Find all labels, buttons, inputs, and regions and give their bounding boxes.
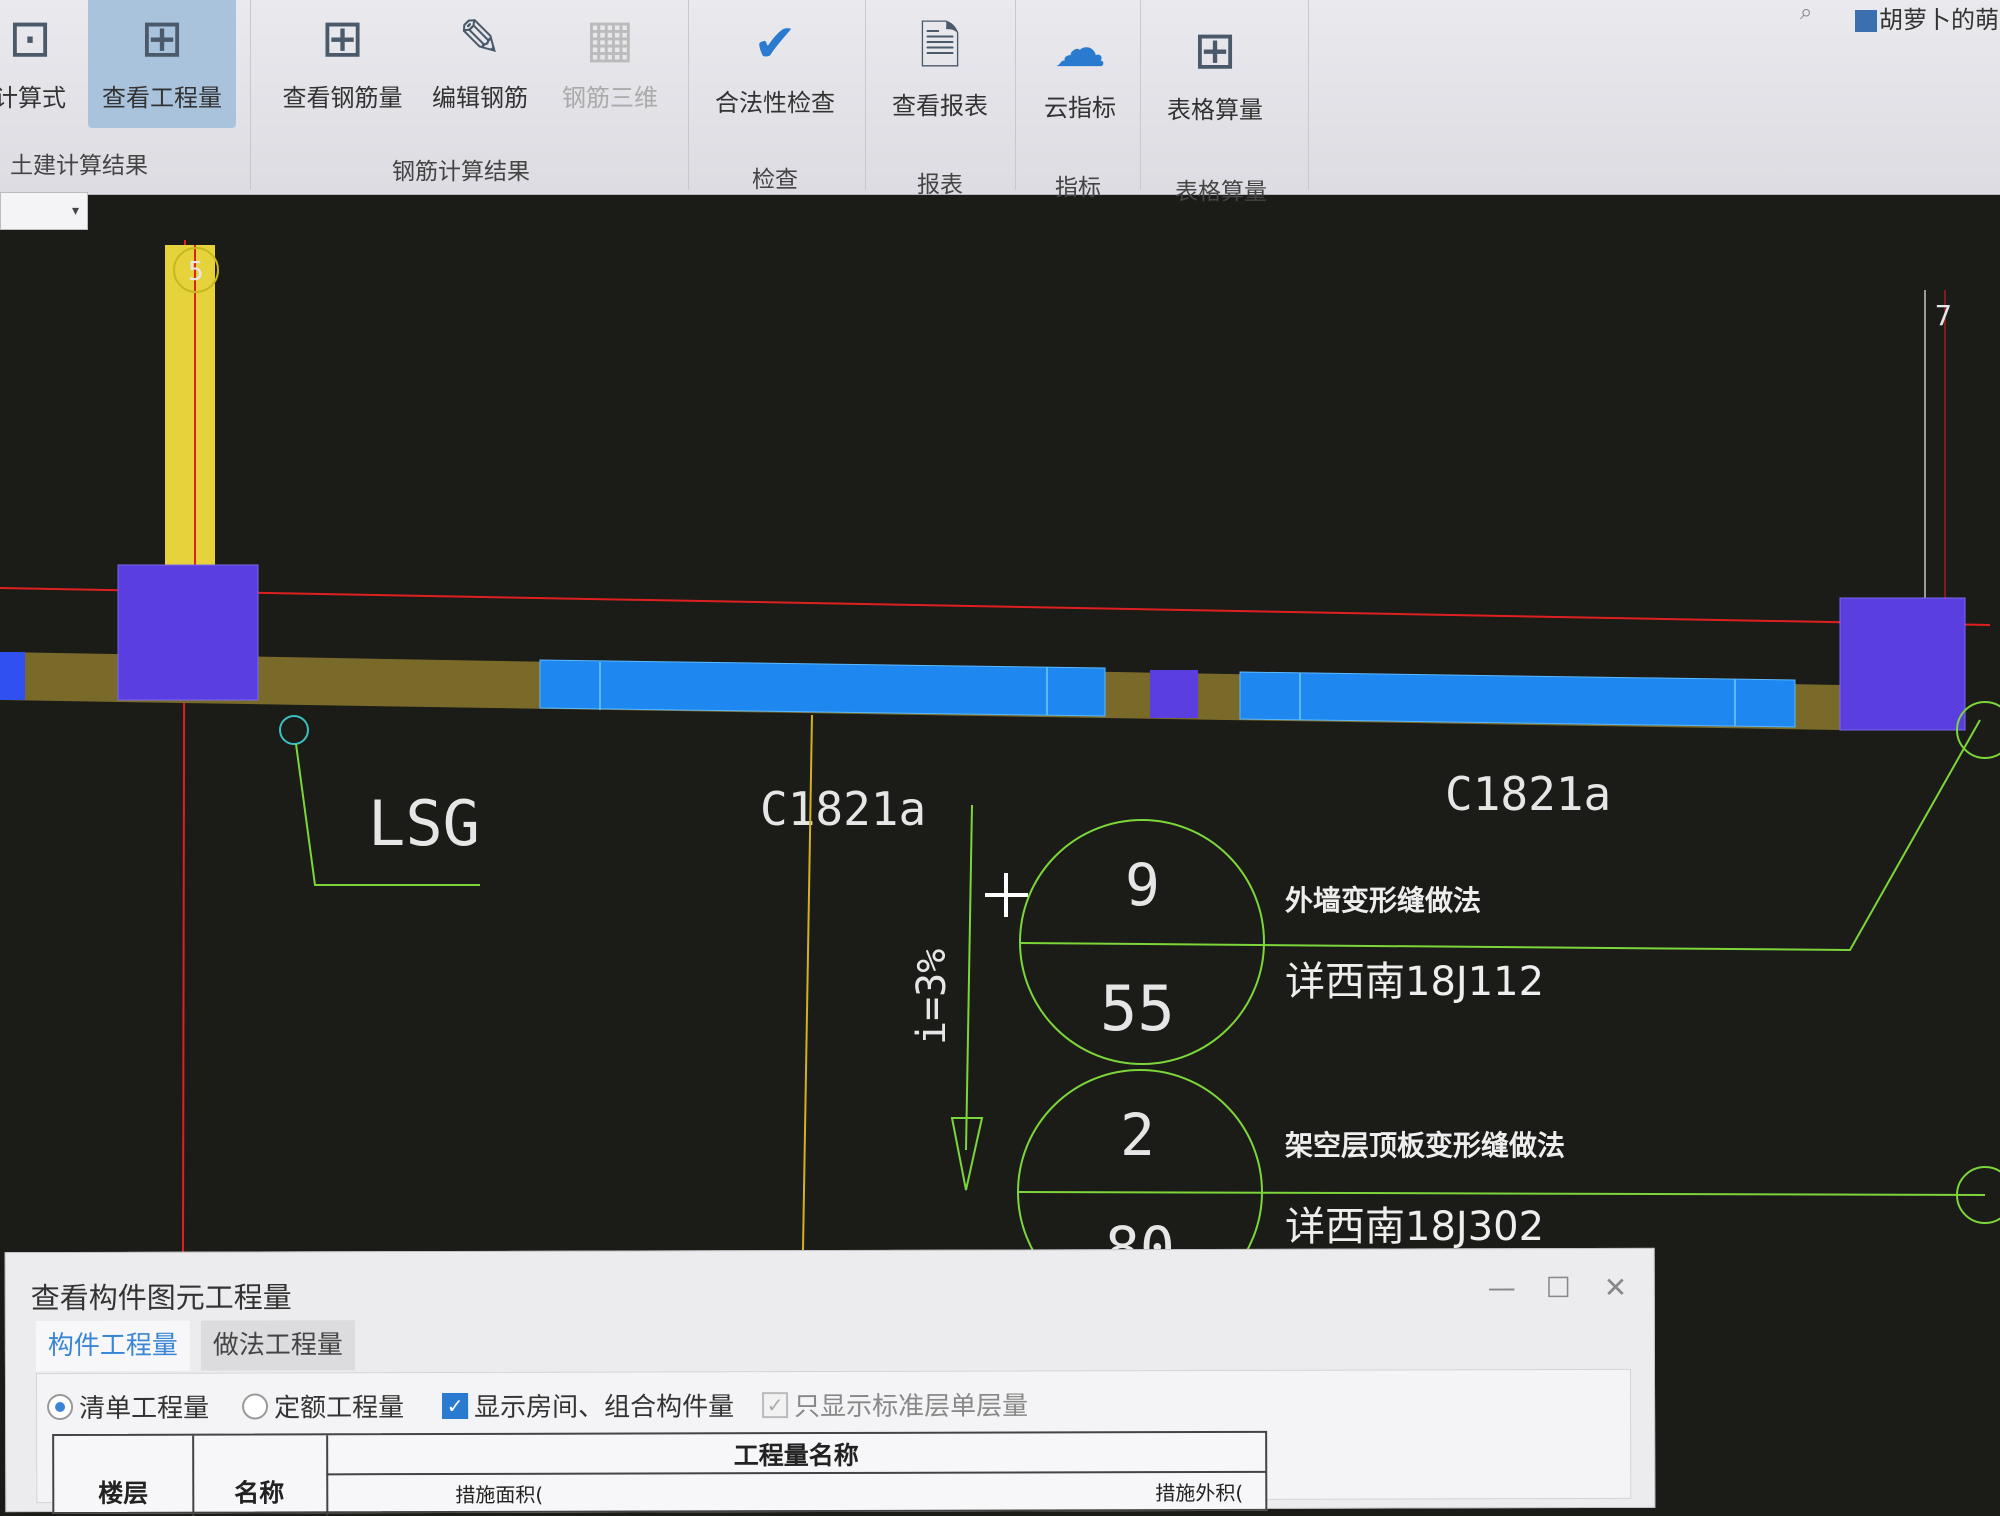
header-floor[interactable]: 楼层: [54, 1474, 192, 1510]
report-icon: 🗎: [919, 17, 961, 77]
checkbox[interactable]: ✓: [442, 1392, 469, 1419]
search-icon[interactable]: ⌕: [1800, 0, 1812, 25]
chevron-down-icon: ▾: [71, 203, 79, 219]
dialog-title: 查看构件图元工程量: [30, 1280, 292, 1316]
detail2-top: 2: [1120, 1101, 1155, 1169]
subheader[interactable]: 措施面积(: [434, 1479, 564, 1508]
label-window-2: C1821a: [1445, 767, 1611, 821]
column-block-right[interactable]: [1839, 597, 1966, 731]
minimize-icon[interactable]: —: [1488, 1271, 1516, 1304]
group-label: 指标: [1055, 175, 1101, 201]
option-label: 显示房间、组合构件量: [474, 1392, 735, 1423]
column-block-left[interactable]: [117, 564, 259, 701]
cloud-index-button[interactable]: ☁ 云指标: [1015, 10, 1145, 138]
label-window-1: C1821a: [760, 782, 926, 836]
avatar: [1855, 10, 1877, 32]
table-calc-button[interactable]: ⊞ 表格算量: [1150, 12, 1280, 140]
checkbox-standard-floor[interactable]: ✓ 只显示标准层单层量: [762, 1385, 1028, 1423]
table-calc-icon: ⊞: [1193, 21, 1237, 81]
button-label: 查看报表: [892, 92, 988, 120]
option-label: 清单工程量: [79, 1393, 210, 1424]
user-name: 胡萝卜的萌: [1879, 6, 1999, 34]
group-label: 表格算量: [1175, 179, 1267, 205]
subheader[interactable]: 措施外积(: [1134, 1477, 1264, 1506]
detail1-bottom: 55: [1100, 972, 1175, 1045]
rebar-edit-icon: ✎: [458, 9, 502, 69]
radio[interactable]: [242, 1392, 269, 1420]
detail2-title: 架空层顶板变形缝做法: [1285, 1129, 1565, 1162]
label-lsg: LSG: [368, 787, 480, 860]
user-account[interactable]: 胡萝卜的萌: [1855, 0, 1999, 35]
button-label: 查看钢筋量: [282, 84, 403, 112]
button-label: 表格算量: [1167, 96, 1263, 124]
check-icon: ✔: [753, 14, 797, 74]
ribbon-toolbar: ⊡ 计算式 ⊞ 查看工程量 ⊞ 查看钢筋量 ✎ 编辑钢筋 ▦ 钢筋三维 ✔ 合法性检查 🗎 查…: [0, 0, 2000, 205]
tab-method-quantity[interactable]: 做法工程量: [200, 1320, 355, 1371]
validity-check-button[interactable]: ✔ 合法性检查: [700, 5, 850, 133]
rebar-3d-icon: ▦: [585, 9, 635, 69]
window-c1821a-1[interactable]: [539, 659, 1106, 717]
quantity-view-icon: ⊞: [140, 9, 184, 69]
report-view-button[interactable]: 🗎 查看报表: [875, 8, 1005, 136]
quantity-dialog: 查看构件图元工程量 — ☐ ✕ 构件工程量 做法工程量 清单工程量 定额工程量 …: [4, 1247, 1656, 1516]
group-label: 检查: [752, 167, 798, 193]
axis-label-right: 7: [1935, 299, 1952, 332]
formula-view-icon: ⊡: [8, 9, 52, 69]
option-label: 定额工程量: [274, 1393, 405, 1424]
small-column[interactable]: [1150, 670, 1198, 718]
options-panel: 清单工程量 定额工程量 ✓ 显示房间、组合构件量 ✓ 只显示标准层单层量 楼层 名称…: [35, 1368, 1632, 1516]
button-label: 云指标: [1044, 94, 1116, 122]
quantity-view-button[interactable]: ⊞ 查看工程量: [88, 0, 236, 128]
checkbox-show-rooms[interactable]: ✓ 显示房间、组合构件量: [442, 1386, 734, 1424]
radio[interactable]: [47, 1393, 74, 1420]
header-name[interactable]: 名称: [192, 1473, 326, 1509]
radio-bill-quantity[interactable]: 清单工程量: [47, 1388, 209, 1425]
header-quantity-name: 工程量名称: [733, 1440, 859, 1471]
detail1-top: 9: [1125, 851, 1160, 919]
maximize-icon[interactable]: ☐: [1546, 1271, 1571, 1304]
button-label: 计算式: [0, 84, 66, 112]
rebar-3d-button[interactable]: ▦ 钢筋三维: [545, 0, 675, 128]
rebar-edit-button[interactable]: ✎ 编辑钢筋: [415, 0, 545, 128]
wall-end: [0, 652, 25, 700]
rebar-view-button[interactable]: ⊞ 查看钢筋量: [270, 0, 415, 128]
checkbox[interactable]: ✓: [762, 1391, 789, 1418]
window-c1821a-2[interactable]: [1239, 671, 1796, 728]
cloud-index-icon: ☁: [1054, 19, 1106, 79]
label-slope: i=3%: [909, 949, 955, 1045]
group-label: 钢筋计算结果: [392, 159, 530, 185]
quantity-table: 楼层 名称 工程量名称 措施面积( 措施外积(: [52, 1430, 1268, 1516]
column-yellow: [165, 245, 215, 570]
button-label: 编辑钢筋: [432, 84, 528, 112]
axis-label-left: 5: [188, 257, 204, 287]
button-label: 查看工程量: [102, 84, 222, 112]
floor-dropdown[interactable]: ▾: [0, 192, 88, 230]
button-label: 钢筋三维: [562, 84, 658, 112]
detail2-ref: 详西南18J302: [1285, 1204, 1544, 1250]
radio-quota-quantity[interactable]: 定额工程量: [242, 1387, 404, 1424]
tab-component-quantity[interactable]: 构件工程量: [35, 1320, 190, 1372]
option-label: 只显示标准层单层量: [794, 1391, 1029, 1423]
group-label: 报表: [917, 172, 963, 198]
button-label: 合法性检查: [715, 89, 835, 117]
detail1-title: 外墙变形缝做法: [1285, 884, 1481, 917]
group-label: 土建计算结果: [10, 153, 148, 179]
rebar-view-icon: ⊞: [320, 9, 365, 69]
detail1-ref: 详西南18J112: [1285, 959, 1544, 1005]
close-icon[interactable]: ✕: [1604, 1271, 1628, 1304]
formula-view-button[interactable]: ⊡ 计算式: [0, 0, 95, 128]
